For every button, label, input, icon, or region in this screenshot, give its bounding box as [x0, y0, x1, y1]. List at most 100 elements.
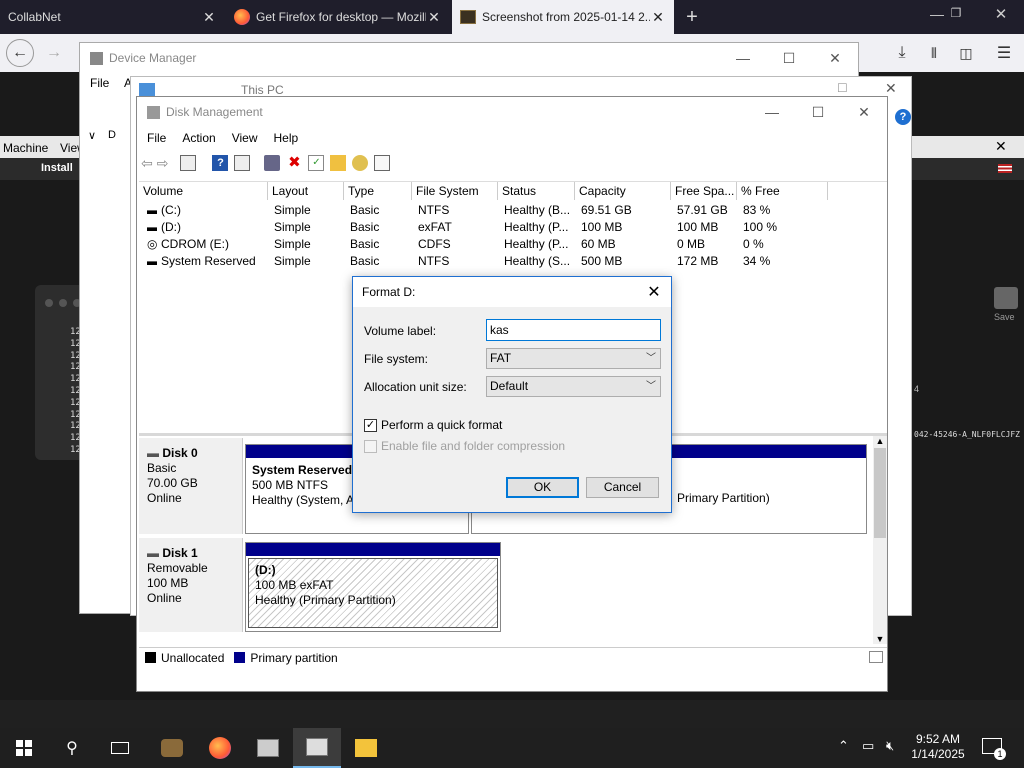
windows-logo-icon: [16, 740, 32, 756]
task-view-icon[interactable]: [96, 728, 144, 768]
tab-title: Screenshot from 2025-01-14 2...: [482, 10, 650, 24]
back-arrow-icon[interactable]: ←: [6, 39, 34, 67]
allocation-unit-select[interactable]: Default ﹀: [486, 376, 661, 397]
resize-grip-icon[interactable]: [869, 651, 883, 663]
scroll-thumb[interactable]: [874, 448, 886, 538]
partial-number: 4: [914, 384, 920, 394]
volume-muted-icon[interactable]: 🔇︎: [886, 738, 894, 754]
table-row[interactable]: ▬ System Reserved Simple Basic NTFS Heal…: [139, 253, 889, 270]
column-header-layout[interactable]: Layout: [268, 182, 344, 200]
minimize-icon[interactable]: —: [720, 43, 766, 73]
partition-d-drive[interactable]: (D:) 100 MB exFAT Healthy (Primary Parti…: [245, 542, 501, 632]
close-icon[interactable]: ✕: [995, 138, 1007, 155]
tab-close-icon[interactable]: ✕: [650, 9, 666, 26]
close-icon[interactable]: ✕: [990, 5, 1012, 27]
menu-file[interactable]: File: [139, 131, 174, 145]
menu-help[interactable]: Help: [266, 131, 307, 145]
minimize-icon[interactable]: —: [749, 97, 795, 127]
maximize-icon[interactable]: ☐: [766, 43, 812, 73]
menu-file[interactable]: File: [90, 76, 109, 90]
menu-icon[interactable]: ☰: [990, 39, 1018, 67]
us-flag-icon: [998, 164, 1012, 173]
delete-icon[interactable]: ✖: [286, 155, 302, 171]
close-icon[interactable]: ✕: [637, 277, 671, 307]
checkbox-checked-icon[interactable]: ✓: [364, 418, 377, 432]
check-icon[interactable]: ✓: [308, 155, 325, 171]
help-icon[interactable]: ?: [895, 109, 911, 125]
close-icon[interactable]: ✕: [812, 43, 858, 73]
volume-label-input[interactable]: kas: [486, 319, 661, 341]
table-row[interactable]: ▬ (D:) Simple Basic exFAT Healthy (P... …: [139, 219, 889, 236]
sidebar-icon[interactable]: ◫: [952, 39, 980, 67]
forward-arrow-icon[interactable]: →: [40, 39, 68, 67]
tab-close-icon[interactable]: ✕: [201, 9, 217, 26]
vbox-menu-machine[interactable]: Machine: [3, 141, 48, 155]
tree-expander-icon[interactable]: ∨: [88, 129, 96, 142]
table-row[interactable]: ◎ CDROM (E:) Simple Basic CDFS Healthy (…: [139, 236, 889, 253]
disk-0-name: ▬ Disk 0: [147, 446, 198, 460]
firefox-tab-bar: CollabNet ✕ Get Firefox for desktop — Mo…: [0, 0, 1024, 34]
save-icon[interactable]: [994, 287, 1018, 309]
restore-icon[interactable]: ❐: [945, 6, 967, 28]
clock[interactable]: 9:52 AM 1/14/2025: [910, 732, 966, 762]
chevron-up-icon[interactable]: ⌃: [838, 738, 849, 754]
ok-button[interactable]: OK: [506, 477, 579, 498]
forward-icon[interactable]: ⇨: [157, 155, 169, 172]
tab-screenshot[interactable]: Screenshot from 2025-01-14 2... ✕: [452, 0, 674, 34]
column-header-volume[interactable]: Volume: [139, 182, 268, 200]
table-row[interactable]: ▬ (C:) Simple Basic NTFS Healthy (B... 6…: [139, 202, 889, 219]
search-icon[interactable]: [352, 155, 369, 171]
cancel-button[interactable]: Cancel: [586, 477, 659, 498]
scroll-up-icon[interactable]: ▲: [873, 436, 887, 446]
vbox-app-icon[interactable]: [148, 728, 196, 768]
view-icon[interactable]: [234, 155, 251, 171]
file-system-select[interactable]: FAT ﹀: [486, 348, 661, 369]
chevron-down-icon: ﹀: [646, 381, 656, 392]
column-header-percent-free[interactable]: % Free: [737, 182, 828, 200]
search-icon[interactable]: ⚲: [48, 728, 96, 768]
folder-up-icon[interactable]: [330, 155, 347, 171]
format-dialog: Format D: ✕ Volume label: kas File syste…: [352, 276, 672, 513]
start-button[interactable]: [0, 728, 48, 768]
back-icon[interactable]: ⇦: [141, 155, 153, 172]
new-tab-button[interactable]: +: [680, 4, 704, 30]
disk-0-label[interactable]: ▬ Disk 0 Basic 70.00 GB Online: [139, 438, 243, 534]
traffic-light-icon: [59, 299, 67, 307]
checkbox-icon: [364, 439, 377, 453]
column-header-type[interactable]: Type: [344, 182, 412, 200]
firefox-app-icon[interactable]: [196, 728, 244, 768]
column-header-status[interactable]: Status: [498, 182, 575, 200]
tab-close-icon[interactable]: ✕: [426, 9, 442, 26]
column-header-capacity[interactable]: Capacity: [575, 182, 671, 200]
download-icon[interactable]: ⤓: [888, 39, 916, 67]
quick-format-checkbox[interactable]: ✓ Perform a quick format: [364, 418, 502, 432]
column-header-file-system[interactable]: File System: [412, 182, 498, 200]
tree-root-label[interactable]: D: [108, 129, 116, 141]
library-icon[interactable]: ⫴: [920, 39, 948, 67]
close-icon[interactable]: ✕: [885, 80, 897, 97]
dialog-titlebar: Format D:: [353, 277, 671, 307]
close-icon[interactable]: ✕: [841, 97, 887, 127]
properties-icon[interactable]: [180, 155, 197, 171]
menu-view[interactable]: View: [224, 131, 266, 145]
list-view-icon[interactable]: [374, 155, 391, 171]
disk-management-app-icon[interactable]: [293, 728, 341, 768]
primary-partition-bar: [246, 543, 500, 556]
drive-icon: ▬: [147, 203, 157, 217]
disk-1-label[interactable]: ▬ Disk 1 Removable 100 MB Online: [139, 538, 243, 632]
column-header-free-space[interactable]: Free Spa...: [671, 182, 737, 200]
tab-collabnet[interactable]: CollabNet ✕: [0, 0, 225, 34]
window-title: Disk Management: [166, 105, 263, 119]
menu-action[interactable]: Action: [174, 131, 223, 145]
device-manager-app-icon[interactable]: [244, 728, 292, 768]
file-explorer-app-icon[interactable]: [342, 728, 390, 768]
connect-icon[interactable]: [264, 155, 281, 171]
scrollbar[interactable]: ▲ ▼: [873, 436, 887, 644]
cdrom-icon: ◎: [147, 237, 157, 251]
tab-get-firefox[interactable]: Get Firefox for desktop — Mozilla ✕: [226, 0, 450, 34]
help-icon[interactable]: ?: [212, 155, 229, 171]
maximize-icon[interactable]: ☐: [795, 97, 841, 127]
maximize-icon[interactable]: ☐: [837, 81, 848, 95]
network-icon[interactable]: ▭: [862, 738, 874, 754]
scroll-down-icon[interactable]: ▼: [873, 634, 887, 644]
